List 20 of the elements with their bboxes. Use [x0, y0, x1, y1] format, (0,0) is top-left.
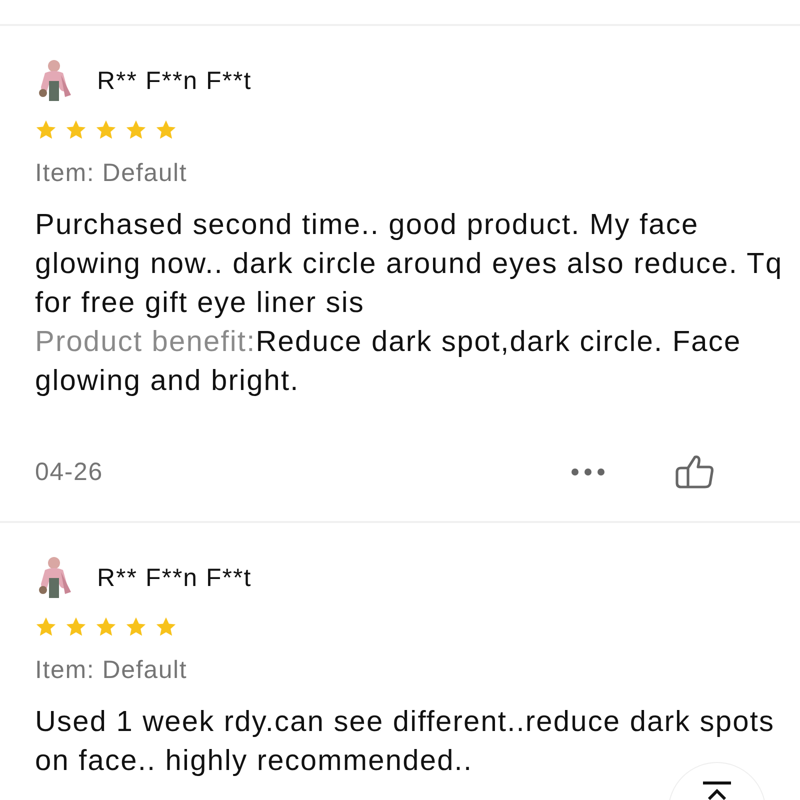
reviewer-name: R** F**n F**t: [97, 564, 252, 592]
star-icon: [155, 616, 177, 638]
thumbs-up-icon[interactable]: [675, 454, 715, 490]
review-text: Purchased second time.. good product. My face glowing now.. dark circle around eyes also reduce. Tq for free gift eye liner sis: [35, 208, 784, 321]
star-icon: [125, 616, 147, 638]
review-date: 04-26: [35, 458, 104, 486]
star-icon: [65, 119, 87, 141]
benefit-text: Product benefit:Reduce dark spot,dark circle. Face glowing and bright.: [35, 325, 742, 399]
item-variant: Item: Default: [35, 159, 188, 188]
star-icon: [95, 119, 117, 141]
review-text: Used 1 week rdy.can see different..reduce dark spots on face.. highly recommended..: [35, 705, 776, 779]
more-icon[interactable]: [571, 468, 605, 476]
star-icon: [95, 616, 117, 638]
star-icon: [35, 119, 57, 141]
star-icon: [35, 616, 57, 638]
star-icon: [65, 616, 87, 638]
reviewer-name: R** F**n F**t: [97, 66, 252, 96]
item-variant: Item: Default: [35, 656, 188, 685]
star-icon: [155, 119, 177, 141]
star-icon: [125, 119, 147, 141]
